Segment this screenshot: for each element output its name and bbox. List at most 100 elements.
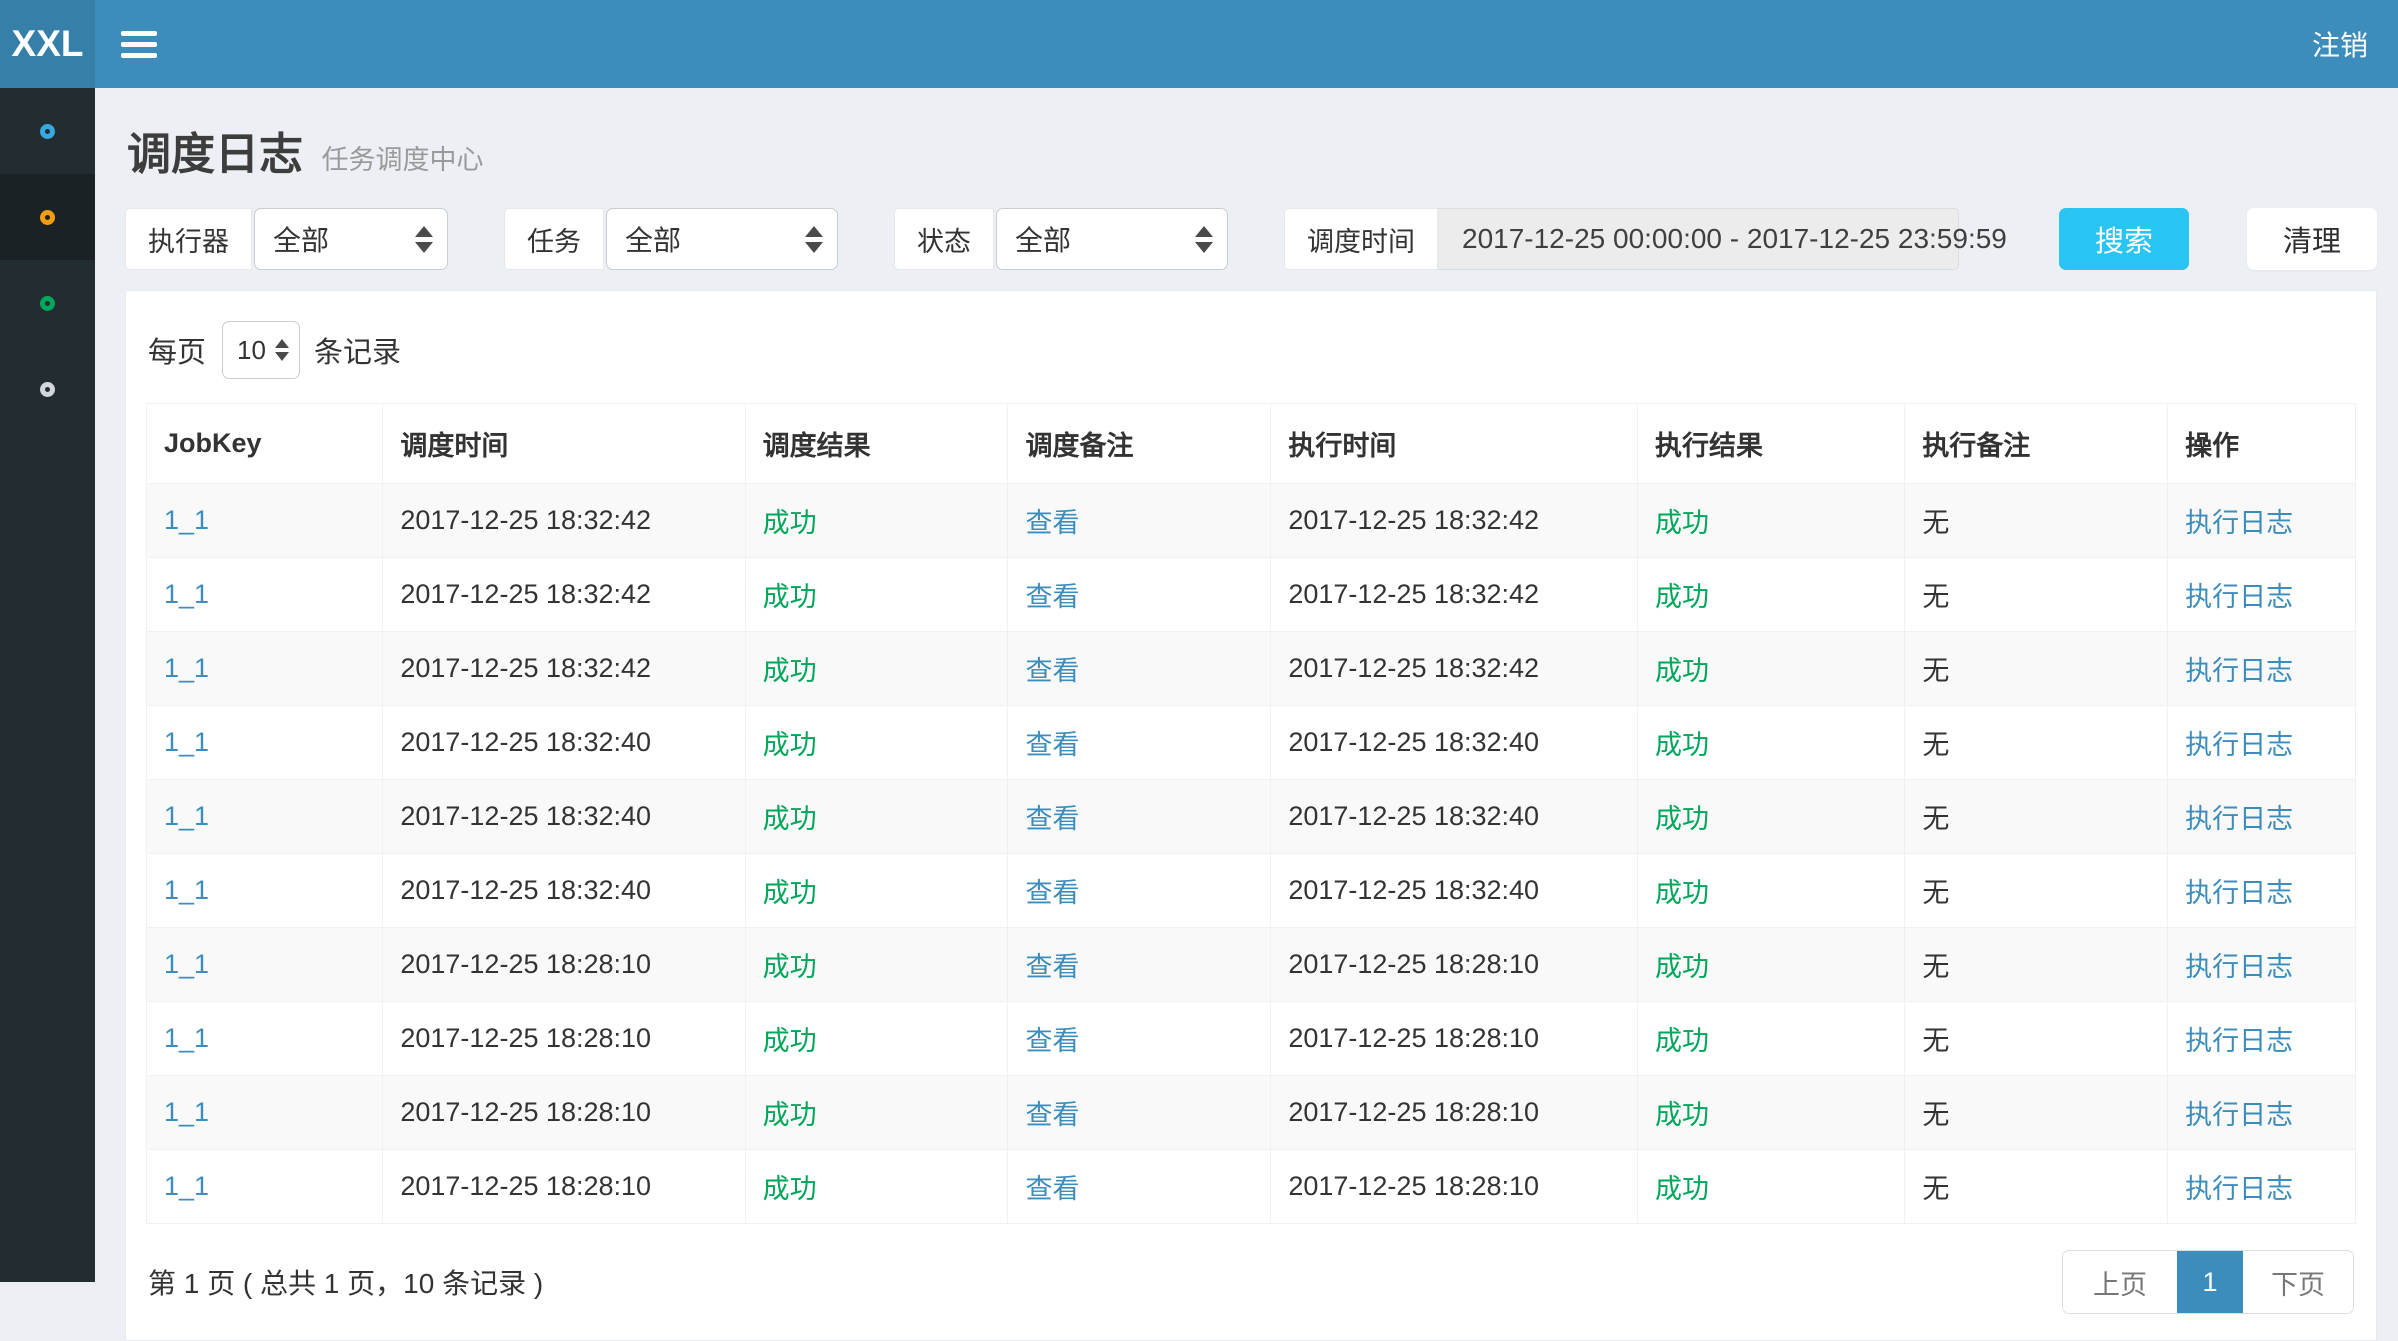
job-select[interactable]: 全部 <box>606 208 838 270</box>
table-footer: 第 1 页 ( 总共 1 页，10 条记录 ) 上页 1 下页 <box>146 1250 2356 1314</box>
trigger-msg-link[interactable]: 查看 <box>1008 706 1271 780</box>
app-logo[interactable]: XXL <box>0 0 95 88</box>
jobkey-link[interactable]: 1_1 <box>147 928 383 1002</box>
trigger-msg-link[interactable]: 查看 <box>1008 1150 1271 1224</box>
handle-result: 成功 <box>1638 1076 1905 1150</box>
trigger-result: 成功 <box>745 1150 1008 1224</box>
trigger-time: 2017-12-25 18:28:10 <box>383 928 745 1002</box>
handle-result: 成功 <box>1638 854 1905 928</box>
handle-time: 2017-12-25 18:28:10 <box>1271 1002 1638 1076</box>
clear-button[interactable]: 清理 <box>2247 208 2377 270</box>
trigger-msg-link[interactable]: 查看 <box>1008 854 1271 928</box>
table-row: 1_12017-12-25 18:32:42成功查看2017-12-25 18:… <box>147 484 2356 558</box>
jobkey-link[interactable]: 1_1 <box>147 1076 383 1150</box>
jobkey-link[interactable]: 1_1 <box>147 558 383 632</box>
handle-time: 2017-12-25 18:32:40 <box>1271 706 1638 780</box>
next-page-button[interactable]: 下页 <box>2243 1251 2353 1313</box>
trigger-msg-link[interactable]: 查看 <box>1008 928 1271 1002</box>
trigger-time: 2017-12-25 18:32:40 <box>383 854 745 928</box>
page-header: 调度日志 任务调度中心 <box>125 88 2377 208</box>
table-row: 1_12017-12-25 18:32:40成功查看2017-12-25 18:… <box>147 706 2356 780</box>
handle-result: 成功 <box>1638 1002 1905 1076</box>
jobkey-link[interactable]: 1_1 <box>147 854 383 928</box>
executor-select[interactable]: 全部 <box>254 208 448 270</box>
trigger-result: 成功 <box>745 854 1008 928</box>
trigger-result: 成功 <box>745 706 1008 780</box>
trigger-msg-link[interactable]: 查看 <box>1008 558 1271 632</box>
trigger-result: 成功 <box>745 1002 1008 1076</box>
sidebar-item-3[interactable] <box>0 260 95 346</box>
column-header: 调度时间 <box>383 404 745 484</box>
column-header: 调度结果 <box>745 404 1008 484</box>
sidebar-item-4[interactable] <box>0 346 95 432</box>
handle-time: 2017-12-25 18:32:40 <box>1271 780 1638 854</box>
jobkey-link[interactable]: 1_1 <box>147 1150 383 1224</box>
status-filter-label: 状态 <box>894 208 994 270</box>
navbar-main: 注销 <box>95 0 2398 88</box>
trigger-msg-link[interactable]: 查看 <box>1008 780 1271 854</box>
job-select-value: 全部 <box>625 219 681 259</box>
trigger-result: 成功 <box>745 1076 1008 1150</box>
jobkey-link[interactable]: 1_1 <box>147 484 383 558</box>
prev-page-button[interactable]: 上页 <box>2063 1251 2177 1313</box>
exec-log-link[interactable]: 执行日志 <box>2168 1002 2356 1076</box>
table-row: 1_12017-12-25 18:32:40成功查看2017-12-25 18:… <box>147 854 2356 928</box>
table-row: 1_12017-12-25 18:28:10成功查看2017-12-25 18:… <box>147 1002 2356 1076</box>
page-subtitle: 任务调度中心 <box>321 145 483 175</box>
top-navbar: XXL 注销 <box>0 0 2398 88</box>
trigger-msg-link[interactable]: 查看 <box>1008 1076 1271 1150</box>
circle-o-icon <box>40 382 55 397</box>
trigger-msg-link[interactable]: 查看 <box>1008 484 1271 558</box>
table-row: 1_12017-12-25 18:32:40成功查看2017-12-25 18:… <box>147 780 2356 854</box>
search-button[interactable]: 搜索 <box>2059 208 2189 270</box>
handle-msg: 无 <box>1905 632 2168 706</box>
exec-log-link[interactable]: 执行日志 <box>2168 1076 2356 1150</box>
handle-result: 成功 <box>1638 706 1905 780</box>
sidebar-item-2[interactable] <box>0 174 95 260</box>
exec-log-link[interactable]: 执行日志 <box>2168 558 2356 632</box>
page-size-control: 每页 10 条记录 <box>146 309 2356 403</box>
jobkey-link[interactable]: 1_1 <box>147 632 383 706</box>
page-size-select[interactable]: 10 <box>222 321 300 379</box>
exec-log-link[interactable]: 执行日志 <box>2168 484 2356 558</box>
page-title: 调度日志 <box>127 130 303 179</box>
content-area: 调度日志 任务调度中心 执行器 全部 任务 全部 状态 <box>95 88 2398 1282</box>
trigger-msg-link[interactable]: 查看 <box>1008 632 1271 706</box>
column-header: JobKey <box>147 404 383 484</box>
handle-msg: 无 <box>1905 854 2168 928</box>
column-header: 调度备注 <box>1008 404 1271 484</box>
exec-log-link[interactable]: 执行日志 <box>2168 854 2356 928</box>
jobkey-link[interactable]: 1_1 <box>147 706 383 780</box>
sidebar-toggle-icon[interactable] <box>121 25 159 64</box>
logout-link[interactable]: 注销 <box>2312 24 2368 64</box>
select-stepper-icon <box>805 226 823 253</box>
exec-log-link[interactable]: 执行日志 <box>2168 706 2356 780</box>
handle-msg: 无 <box>1905 706 2168 780</box>
jobkey-link[interactable]: 1_1 <box>147 1002 383 1076</box>
table-header-row: JobKey调度时间调度结果调度备注执行时间执行结果执行备注操作 <box>147 404 2356 484</box>
time-range-input[interactable]: 2017-12-25 00:00:00 - 2017-12-25 23:59:5… <box>1438 208 1959 270</box>
exec-log-link[interactable]: 执行日志 <box>2168 632 2356 706</box>
circle-o-icon <box>40 210 55 225</box>
table-row: 1_12017-12-25 18:32:42成功查看2017-12-25 18:… <box>147 558 2356 632</box>
handle-msg: 无 <box>1905 1150 2168 1224</box>
trigger-msg-link[interactable]: 查看 <box>1008 1002 1271 1076</box>
exec-log-link[interactable]: 执行日志 <box>2168 1150 2356 1224</box>
column-header: 执行备注 <box>1905 404 2168 484</box>
trigger-time: 2017-12-25 18:32:42 <box>383 484 745 558</box>
trigger-result: 成功 <box>745 632 1008 706</box>
status-select-value: 全部 <box>1015 219 1071 259</box>
time-filter-group: 调度时间 2017-12-25 00:00:00 - 2017-12-25 23… <box>1284 208 1959 270</box>
status-select[interactable]: 全部 <box>996 208 1228 270</box>
exec-log-link[interactable]: 执行日志 <box>2168 928 2356 1002</box>
trigger-time: 2017-12-25 18:28:10 <box>383 1076 745 1150</box>
current-page-button[interactable]: 1 <box>2177 1251 2243 1313</box>
handle-time: 2017-12-25 18:32:42 <box>1271 558 1638 632</box>
exec-log-link[interactable]: 执行日志 <box>2168 780 2356 854</box>
handle-msg: 无 <box>1905 1002 2168 1076</box>
sidebar-item-1[interactable] <box>0 88 95 174</box>
status-filter-group: 状态 全部 <box>894 208 1228 270</box>
jobkey-link[interactable]: 1_1 <box>147 780 383 854</box>
handle-result: 成功 <box>1638 484 1905 558</box>
handle-result: 成功 <box>1638 558 1905 632</box>
